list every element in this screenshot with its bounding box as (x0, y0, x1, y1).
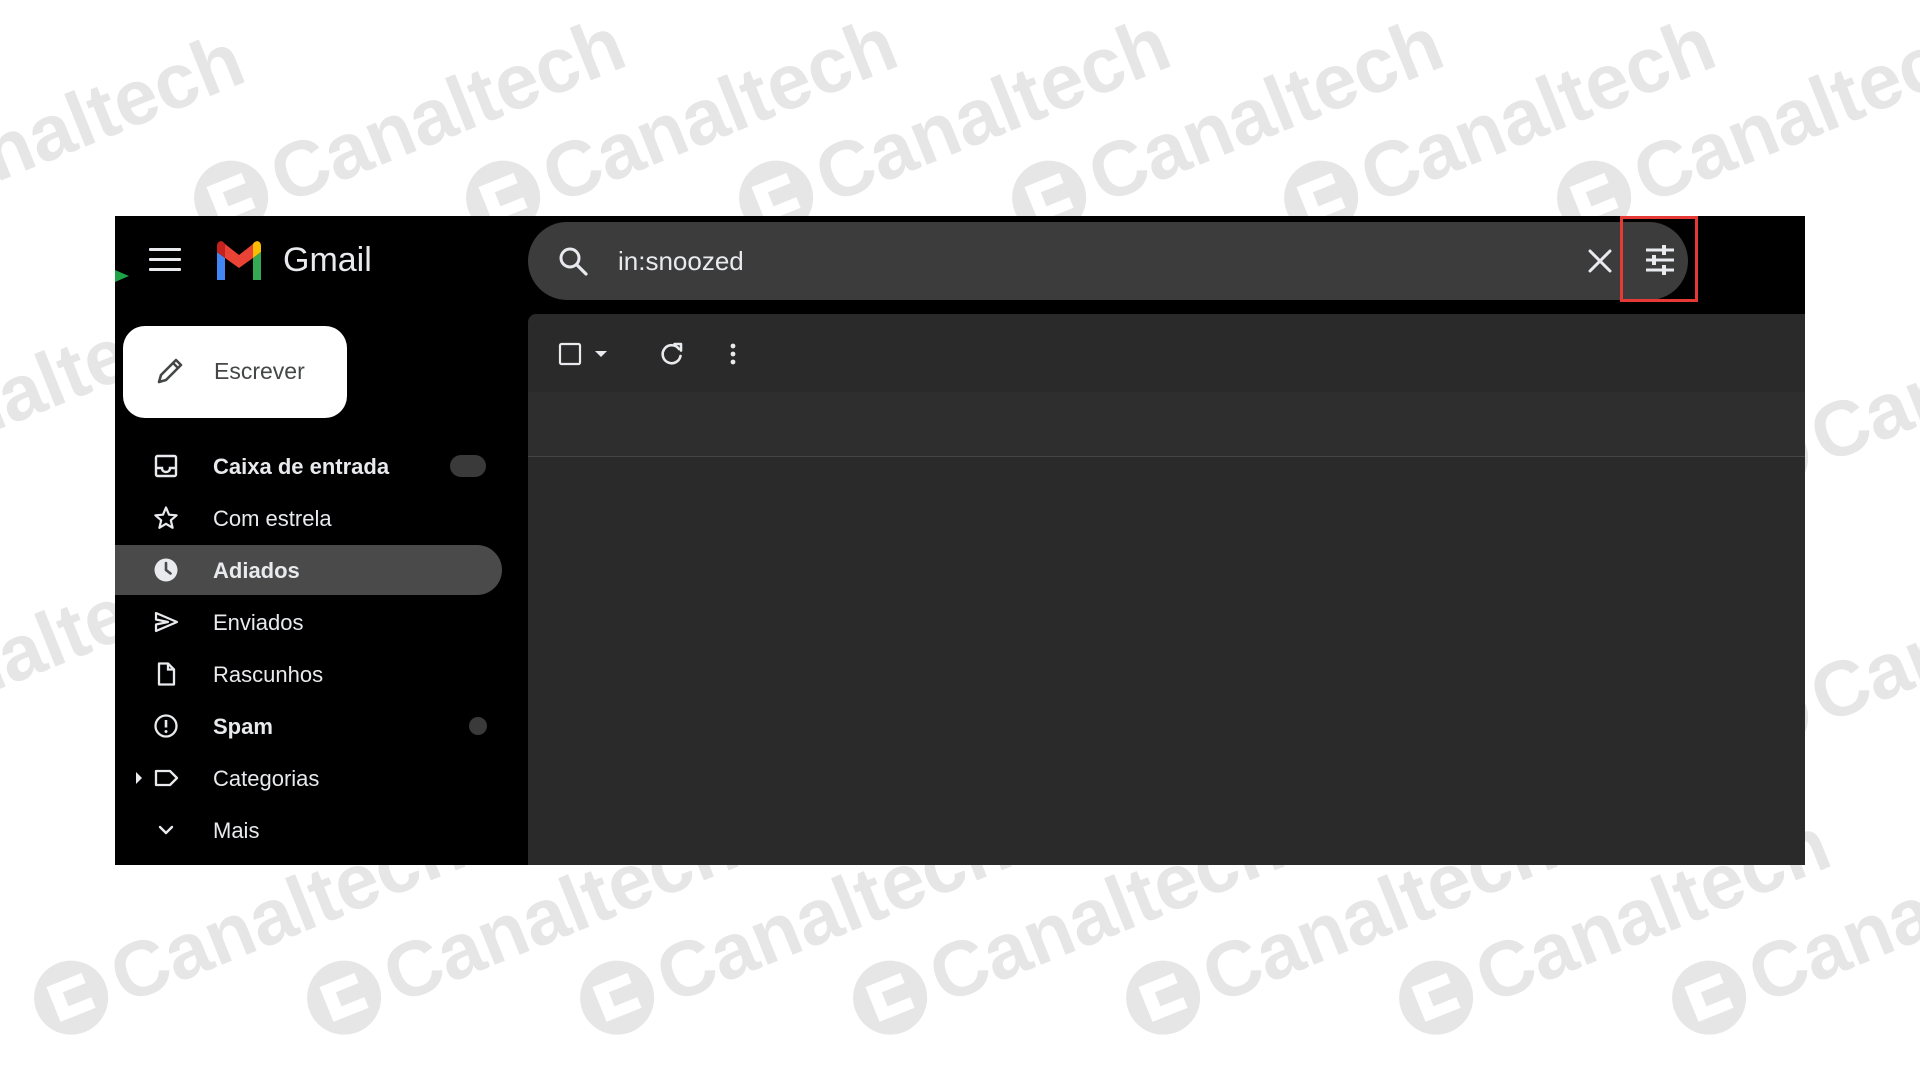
top-bar: Gmail in:snoozed (115, 216, 1805, 306)
checkbox-icon[interactable] (558, 342, 582, 366)
watermark: Canaltech (0, 14, 256, 236)
sidebar: Escrever Caixa de entrada Com estrela Ad… (115, 306, 528, 865)
search-icon[interactable] (556, 244, 590, 278)
search-options-button[interactable] (1620, 216, 1698, 302)
sidebar-item-inbox[interactable]: Caixa de entrada (115, 441, 502, 491)
unread-count-badge (450, 455, 486, 477)
compose-label: Escrever (214, 358, 305, 384)
tune-sliders-icon (1646, 245, 1674, 275)
unread-count-badge (469, 717, 487, 735)
expand-arrow-icon[interactable] (136, 772, 142, 784)
hamburger-menu-icon[interactable] (149, 248, 181, 272)
caret-down-icon[interactable] (594, 349, 608, 359)
sidebar-item-sent[interactable]: Enviados (115, 597, 502, 647)
list-toolbar (528, 314, 1805, 392)
close-icon[interactable] (1583, 244, 1617, 278)
sidebar-item-more[interactable]: Mais (115, 805, 502, 855)
sidebar-item-label: Mais (213, 818, 260, 843)
inbox-icon (154, 454, 178, 478)
sidebar-item-drafts[interactable]: Rascunhos (115, 649, 502, 699)
gmail-logo-icon[interactable] (213, 240, 265, 280)
sidebar-item-snoozed[interactable]: Adiados (115, 545, 502, 595)
sidebar-item-categories[interactable]: Categorias (115, 753, 502, 803)
sidebar-item-label: Adiados (213, 558, 300, 583)
pencil-icon (157, 358, 183, 384)
sidebar-item-label: Enviados (213, 610, 304, 635)
sidebar-item-label: Com estrela (213, 506, 332, 531)
sidebar-item-spam[interactable]: Spam (115, 701, 502, 751)
sidebar-item-label: Spam (213, 714, 273, 739)
star-icon (154, 506, 178, 529)
sidebar-item-label: Caixa de entrada (213, 454, 390, 479)
compose-button[interactable]: Escrever (123, 326, 347, 418)
search-bar[interactable]: in:snoozed (528, 222, 1688, 300)
sidebar-item-starred[interactable]: Com estrela (115, 493, 502, 543)
more-vertical-icon[interactable] (728, 340, 738, 368)
cursor-mark (115, 270, 129, 282)
sidebar-item-label: Categorias (213, 766, 320, 791)
message-list-panel (528, 314, 1805, 865)
category-tab-strip (528, 392, 1805, 457)
clock-icon (154, 558, 178, 582)
sidebar-item-label: Rascunhos (213, 662, 324, 687)
send-icon (154, 611, 179, 633)
search-input[interactable]: in:snoozed (618, 246, 744, 277)
spam-icon (154, 714, 178, 738)
label-icon (154, 769, 179, 787)
gmail-window: Gmail in:snoozed Escrever Caixa de entra… (115, 216, 1805, 865)
draft-file-icon (157, 662, 176, 686)
app-name[interactable]: Gmail (283, 241, 372, 280)
chevron-down-icon (158, 825, 174, 835)
refresh-icon[interactable] (658, 340, 686, 368)
